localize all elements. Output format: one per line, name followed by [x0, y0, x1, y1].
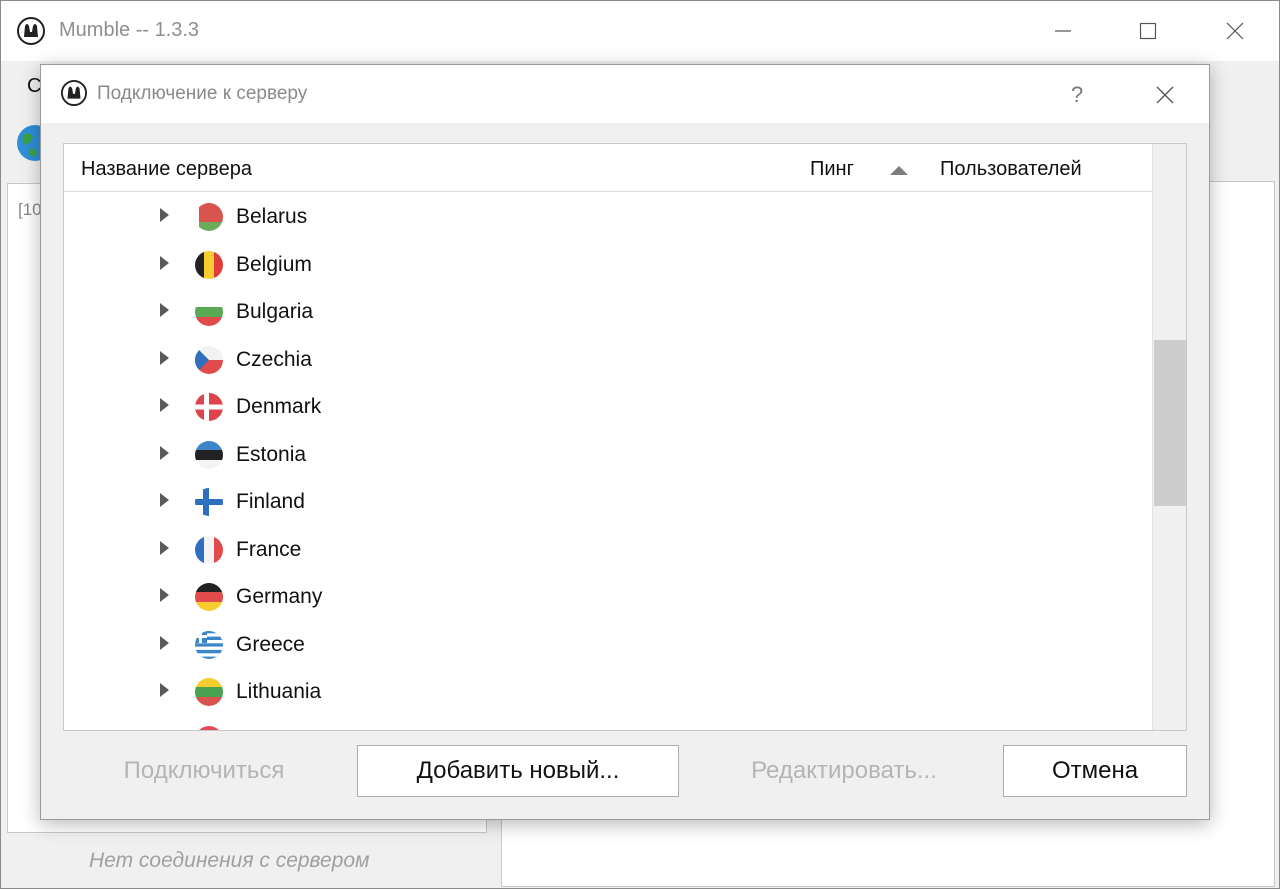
column-header-name[interactable]: Название сервера	[81, 158, 252, 181]
server-list[interactable]: Название сервера Пинг Пользователей Bela…	[63, 143, 1187, 731]
expand-arrow-icon[interactable]	[160, 446, 169, 460]
flag-greece-icon	[195, 631, 223, 659]
country-row-czechia[interactable]: Czechia	[64, 335, 1152, 382]
minimize-icon	[1055, 30, 1071, 32]
flag-czechia-icon	[195, 346, 223, 374]
connect-button[interactable]: Подключиться	[79, 745, 329, 797]
minimize-button[interactable]	[1041, 13, 1085, 49]
flag-belarus-icon	[195, 203, 223, 231]
country-label: Czechia	[236, 348, 312, 371]
country-row-denmark[interactable]: Denmark	[64, 382, 1152, 429]
mumble-logo-icon	[17, 17, 45, 45]
country-label: Germany	[236, 585, 323, 608]
country-row-france[interactable]: France	[64, 525, 1152, 572]
dialog-titlebar[interactable]: Подключение к серверу ?	[41, 65, 1209, 123]
country-label: Greece	[236, 633, 305, 656]
country-label: Belarus	[236, 205, 308, 228]
expand-arrow-icon[interactable]	[160, 398, 169, 412]
window-title: Mumble -- 1.3.3	[59, 19, 200, 41]
country-label: Denmark	[236, 395, 322, 418]
country-row-bulgaria[interactable]: Bulgaria	[64, 287, 1152, 334]
flag-belgium-icon	[195, 251, 223, 279]
country-row-belarus[interactable]: Belarus	[64, 192, 1152, 239]
maximize-button[interactable]	[1126, 13, 1170, 49]
country-row-estonia[interactable]: Estonia	[64, 430, 1152, 477]
flag-germany-icon	[195, 583, 223, 611]
country-label: Lithuania	[236, 680, 322, 703]
flag-partial-icon	[195, 726, 223, 730]
country-row-partial[interactable]	[64, 715, 1152, 730]
country-label: Bulgaria	[236, 300, 314, 323]
vertical-scrollbar[interactable]	[1152, 144, 1186, 730]
sort-ascending-icon	[890, 166, 908, 175]
country-row-finland[interactable]: Finland	[64, 477, 1152, 524]
country-row-lithuania[interactable]: Lithuania	[64, 667, 1152, 714]
country-row-greece[interactable]: Greece	[64, 620, 1152, 667]
column-header-ping[interactable]: Пинг	[810, 158, 854, 181]
expand-arrow-icon[interactable]	[160, 683, 169, 697]
flag-bulgaria-icon	[195, 298, 223, 326]
expand-arrow-icon[interactable]	[160, 208, 169, 222]
column-header-users[interactable]: Пользователей	[940, 158, 1082, 181]
edit-button[interactable]: Редактировать...	[713, 745, 975, 797]
help-button[interactable]: ?	[1059, 77, 1095, 113]
server-rows: Belarus Belgium Bulgaria Czechia Denmark…	[64, 192, 1152, 730]
expand-arrow-icon[interactable]	[160, 636, 169, 650]
expand-arrow-icon[interactable]	[160, 493, 169, 507]
expand-arrow-icon[interactable]	[160, 303, 169, 317]
flag-finland-icon	[195, 488, 223, 516]
dialog-title: Подключение к серверу	[97, 83, 308, 104]
flag-denmark-icon	[195, 393, 223, 421]
add-new-button[interactable]: Добавить новый...	[357, 745, 679, 797]
expand-arrow-icon[interactable]	[160, 256, 169, 270]
flag-france-icon	[195, 536, 223, 564]
expand-arrow-icon[interactable]	[160, 351, 169, 365]
country-label: Belgium	[236, 253, 312, 276]
expand-arrow-icon[interactable]	[160, 541, 169, 555]
flag-lithuania-icon	[195, 678, 223, 706]
expand-arrow-icon[interactable]	[160, 588, 169, 602]
country-row-belgium[interactable]: Belgium	[64, 240, 1152, 287]
maximize-icon	[1139, 22, 1157, 40]
connection-status: Нет соединения с сервером	[89, 849, 370, 872]
country-label: Estonia	[236, 443, 307, 466]
country-label: France	[236, 538, 302, 561]
scrollbar-thumb[interactable]	[1154, 340, 1186, 506]
close-icon	[1156, 86, 1174, 104]
country-label: Finland	[236, 490, 305, 513]
server-list-header: Название сервера Пинг Пользователей	[64, 144, 1152, 192]
mumble-logo-icon	[61, 80, 87, 106]
close-window-button[interactable]	[1213, 13, 1257, 49]
main-titlebar[interactable]: Mumble -- 1.3.3	[1, 1, 1279, 61]
dialog-close-button[interactable]	[1145, 77, 1185, 113]
connect-dialog: Подключение к серверу ? Название сервера…	[40, 64, 1210, 820]
flag-estonia-icon	[195, 441, 223, 469]
log-entry: [10	[18, 200, 42, 219]
cancel-button[interactable]: Отмена	[1003, 745, 1187, 797]
country-row-germany[interactable]: Germany	[64, 572, 1152, 619]
close-icon	[1226, 22, 1244, 40]
